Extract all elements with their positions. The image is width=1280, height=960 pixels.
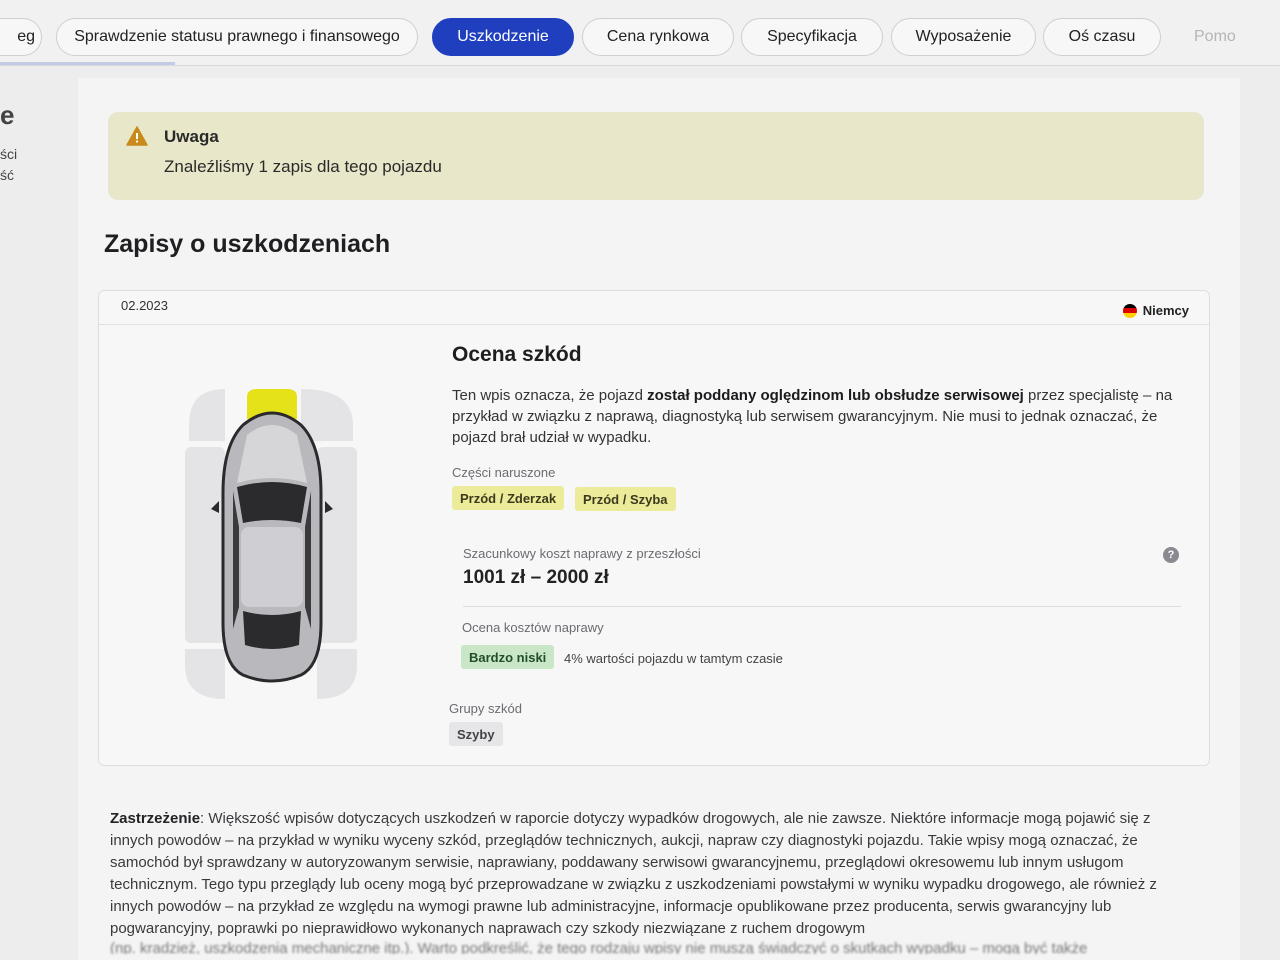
tab-partial-left[interactable]: eg xyxy=(0,18,42,56)
zone-left-side xyxy=(185,447,225,643)
alert-banner: Uwaga Znaleźliśmy 1 zapis dla tego pojaz… xyxy=(108,112,1204,200)
tab-damage[interactable]: Uszkodzenie xyxy=(432,18,574,56)
groups-label: Grupy szkód xyxy=(449,701,522,716)
sidebar-item-fragment[interactable]: ść xyxy=(0,165,30,186)
zone-front-left xyxy=(189,389,225,441)
card-header: 02.2023 Niemcy xyxy=(99,291,1209,325)
part-chip: Przód / Zderzak xyxy=(452,486,565,510)
tab-label: Wyposażenie xyxy=(915,28,1012,45)
record-description: Ten wpis oznacza, że pojazd został podda… xyxy=(452,385,1197,448)
alert-text: Znaleźliśmy 1 zapis dla tego pojazdu xyxy=(164,157,442,176)
tab-label: Pomo xyxy=(1194,28,1236,45)
tab-help[interactable]: Pomo xyxy=(1185,18,1280,56)
rating-note: 4% wartości pojazdu w tamtym czasie xyxy=(564,651,783,666)
section-title: Zapisy o uszkodzeniach xyxy=(104,230,391,258)
tab-legal-financial-status[interactable]: Sprawdzenie statusu prawnego i finansowe… xyxy=(56,18,418,56)
tab-label: Specyfikacja xyxy=(767,28,857,45)
tab-equipment[interactable]: Wyposażenie xyxy=(891,18,1036,56)
germany-flag-icon xyxy=(1122,303,1137,318)
tab-label: eg xyxy=(17,28,35,45)
disclaimer-title: Zastrzeżenie xyxy=(110,810,201,827)
tab-market-price[interactable]: Cena rynkowa xyxy=(582,18,734,56)
description-text: Ten wpis oznacza, że pojazd xyxy=(452,387,648,404)
zone-right-side xyxy=(317,447,357,643)
tab-label: Uszkodzenie xyxy=(457,28,549,45)
car-rear-window xyxy=(243,611,301,649)
divider xyxy=(463,606,1181,607)
parts-label: Części naruszone xyxy=(452,465,556,480)
country-name: Niemcy xyxy=(1142,303,1189,318)
disclaimer-text: : Większość wpisów dotyczących uszkodzeń… xyxy=(110,810,1157,937)
sidebar-fragment: e ści ść xyxy=(0,100,30,186)
car-windshield xyxy=(237,482,307,523)
tab-label: Sprawdzenie statusu prawnego i finansowe… xyxy=(74,28,400,45)
zone-rear-left xyxy=(185,649,225,699)
group-chip: Szyby xyxy=(449,722,503,746)
zone-rear-right xyxy=(317,649,357,699)
car-damage-diagram xyxy=(185,389,357,699)
warning-icon xyxy=(126,126,148,146)
part-chip: Przód / Szyba xyxy=(575,487,676,511)
sidebar-heading-fragment: e xyxy=(0,100,15,130)
tab-label: Cena rynkowa xyxy=(606,28,710,45)
tab-timeline[interactable]: Oś czasu xyxy=(1043,18,1161,56)
description-emphasis: został poddany oględzinom lub obsłudze s… xyxy=(647,387,1024,404)
disclaimer-cut-line: (np. kradzież, uszkodzenia mechaniczne i… xyxy=(110,940,1088,954)
record-country: Niemcy xyxy=(1122,303,1189,318)
car-roof xyxy=(241,527,303,607)
damage-record-card: 02.2023 Niemcy Ocena szkód Ten wpis ozna… xyxy=(98,290,1210,766)
disclaimer: Zastrzeżenie: Większość wpisów dotyczący… xyxy=(110,808,1192,940)
cost-value: 1001 zł – 2000 zł xyxy=(463,567,609,588)
rating-badge: Bardzo niski xyxy=(461,645,555,669)
tab-label: Oś czasu xyxy=(1068,28,1136,45)
record-date: 02.2023 xyxy=(121,298,168,313)
sidebar-item-fragment[interactable]: ści xyxy=(0,144,30,165)
record-heading: Ocena szkód xyxy=(452,343,582,366)
tab-bar: eg Sprawdzenie statusu prawnego i finans… xyxy=(0,0,1280,66)
help-icon[interactable]: ? xyxy=(1163,547,1179,563)
scroll-indicator xyxy=(0,62,175,65)
alert-title: Uwaga xyxy=(164,127,219,146)
rating-label: Ocena kosztów naprawy xyxy=(462,620,604,635)
cost-label: Szacunkowy koszt naprawy z przeszłości xyxy=(463,546,701,561)
tab-specification[interactable]: Specyfikacja xyxy=(741,18,883,56)
